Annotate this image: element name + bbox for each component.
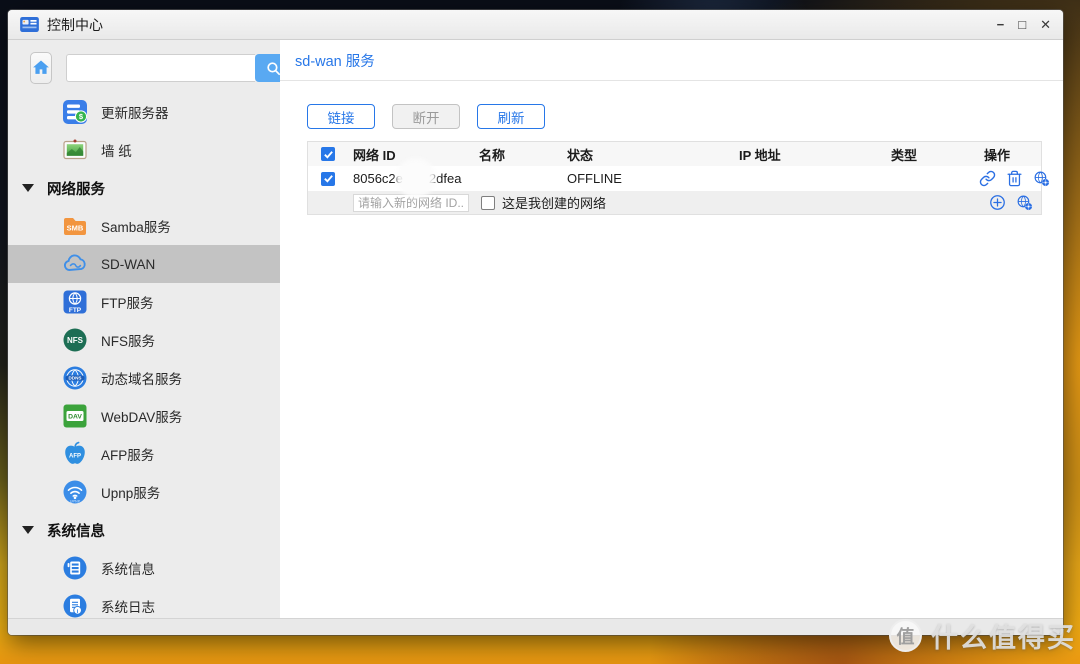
svg-text:SMB: SMB xyxy=(67,224,84,233)
sidebar: $ 更新服务器 墙 纸 网络服务 SMB xyxy=(8,40,280,618)
sidebar-item-system-info[interactable]: 系统信息 xyxy=(8,549,280,587)
col-header-actions: 操作 xyxy=(979,145,1041,164)
sidebar-item-wallpaper[interactable]: 墙 纸 xyxy=(8,131,280,169)
col-header-status: 状态 xyxy=(562,145,734,164)
main-panel: sd-wan 服务 链接 断开 刷新 xyxy=(280,40,1063,618)
collapse-triangle-icon xyxy=(22,526,34,534)
sidebar-item-label: 系统日志 xyxy=(101,596,155,616)
svg-text:DAV: DAV xyxy=(68,414,82,421)
privacy-blur-overlay xyxy=(396,158,436,198)
home-icon xyxy=(31,58,51,78)
sidebar-item-label: 墙 纸 xyxy=(101,140,132,160)
link-icon[interactable] xyxy=(979,170,996,187)
disconnect-button[interactable]: 断开 xyxy=(392,104,460,129)
sidebar-section-system-info[interactable]: 系统信息 xyxy=(8,511,280,549)
refresh-button[interactable]: 刷新 xyxy=(477,104,545,129)
col-header-ip: IP 地址 xyxy=(734,145,886,164)
sidebar-item-label: NFS服务 xyxy=(101,330,155,350)
status-cell: OFFLINE xyxy=(562,171,734,186)
main-header: sd-wan 服务 xyxy=(280,40,1063,81)
control-center-window: 控制中心 − □ ✕ xyxy=(8,10,1063,635)
sidebar-item-ftp[interactable]: FTP FTP服务 xyxy=(8,283,280,321)
smzdm-logo: 值 xyxy=(889,619,922,652)
svg-text:AFP: AFP xyxy=(69,453,81,459)
sidebar-item-label: SD-WAN xyxy=(101,257,155,272)
sidebar-section-label: 系统信息 xyxy=(47,520,105,541)
system-info-icon xyxy=(62,555,88,581)
sidebar-item-label: 系统信息 xyxy=(101,558,155,578)
sidebar-item-label: AFP服务 xyxy=(101,444,154,464)
select-all-checkbox[interactable] xyxy=(321,147,335,161)
update-server-icon: $ xyxy=(62,99,88,125)
col-header-type: 类型 xyxy=(886,145,979,164)
sidebar-item-label: 更新服务器 xyxy=(101,102,169,122)
svg-text:DDNS: DDNS xyxy=(68,376,81,381)
plus-circle-icon[interactable] xyxy=(989,194,1006,211)
sidebar-item-ddns[interactable]: DDNS 动态域名服务 xyxy=(8,359,280,397)
app-icon xyxy=(20,17,39,32)
ftp-icon: FTP xyxy=(62,289,88,315)
sidebar-item-sdwan[interactable]: SD-WAN xyxy=(8,245,280,283)
sidebar-item-samba[interactable]: SMB Samba服务 xyxy=(8,207,280,245)
afp-icon: AFP xyxy=(62,441,88,467)
sidebar-item-label: Samba服务 xyxy=(101,216,171,236)
sidebar-item-nfs[interactable]: NFS NFS服务 xyxy=(8,321,280,359)
smb-folder-icon: SMB xyxy=(62,213,88,239)
system-log-icon: i xyxy=(62,593,88,619)
desktop: 控制中心 − □ ✕ xyxy=(0,0,1080,664)
watermark-text: 什么值得买 xyxy=(931,616,1076,655)
sidebar-item-update-server[interactable]: $ 更新服务器 xyxy=(8,93,280,131)
search-icon xyxy=(265,60,282,77)
sdwan-cloud-icon xyxy=(62,251,88,277)
globe-gear-icon[interactable] xyxy=(1016,194,1033,211)
search-input[interactable] xyxy=(66,54,255,82)
upnp-icon: UPNP xyxy=(62,479,88,505)
titlebar: 控制中心 − □ ✕ xyxy=(8,10,1063,40)
sidebar-section-label: 网络服务 xyxy=(47,178,105,199)
window-title: 控制中心 xyxy=(47,15,103,35)
collapse-triangle-icon xyxy=(22,184,34,192)
sidebar-item-label: Upnp服务 xyxy=(101,482,160,502)
my-network-checkbox[interactable] xyxy=(481,196,495,210)
sidebar-item-webdav[interactable]: DAV WebDAV服务 xyxy=(8,397,280,435)
link-button[interactable]: 链接 xyxy=(307,104,375,129)
trash-icon[interactable] xyxy=(1006,170,1023,187)
ddns-icon: DDNS xyxy=(62,365,88,391)
toolbar: 链接 断开 刷新 xyxy=(307,104,1063,129)
sidebar-section-network-services[interactable]: 网络服务 xyxy=(8,169,280,207)
home-button[interactable] xyxy=(30,52,52,84)
sidebar-item-label: FTP服务 xyxy=(101,292,154,312)
row-checkbox[interactable] xyxy=(321,172,335,186)
check-icon xyxy=(323,173,334,184)
sidebar-item-afp[interactable]: AFP AFP服务 xyxy=(8,435,280,473)
nfs-icon: NFS xyxy=(62,327,88,353)
minimize-button[interactable]: − xyxy=(997,18,1005,31)
globe-gear-icon[interactable] xyxy=(1033,170,1050,187)
close-button[interactable]: ✕ xyxy=(1040,18,1051,31)
watermark: 值 什么值得买 xyxy=(889,616,1076,655)
wallpaper-icon xyxy=(62,137,88,163)
svg-text:FTP: FTP xyxy=(69,307,82,314)
page-title: sd-wan 服务 xyxy=(295,50,375,71)
maximize-button[interactable]: □ xyxy=(1018,18,1026,31)
sidebar-item-label: WebDAV服务 xyxy=(101,406,182,426)
check-icon xyxy=(323,149,334,160)
sidebar-item-upnp[interactable]: UPNP Upnp服务 xyxy=(8,473,280,511)
sidebar-item-label: 动态域名服务 xyxy=(101,368,182,388)
svg-text:UPNP: UPNP xyxy=(70,500,81,504)
webdav-icon: DAV xyxy=(62,403,88,429)
col-header-name: 名称 xyxy=(474,145,562,164)
svg-text:NFS: NFS xyxy=(67,336,84,345)
my-network-checkbox-label: 这是我创建的网络 xyxy=(502,193,606,212)
